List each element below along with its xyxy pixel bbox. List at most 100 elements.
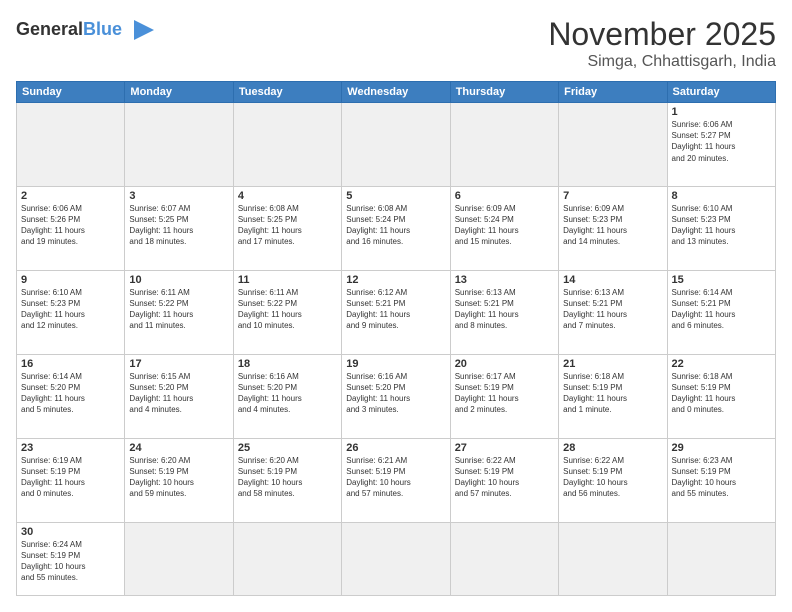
day-number-27: 27 xyxy=(455,442,554,454)
week-row-3: 16Sunrise: 6:14 AM Sunset: 5:20 PM Dayli… xyxy=(17,354,776,438)
day-info-28: Sunrise: 6:22 AM Sunset: 5:19 PM Dayligh… xyxy=(563,455,662,500)
day-number-2: 2 xyxy=(21,190,120,202)
header-monday: Monday xyxy=(125,82,233,103)
day-info-11: Sunrise: 6:11 AM Sunset: 5:22 PM Dayligh… xyxy=(238,287,337,332)
day-info-20: Sunrise: 6:17 AM Sunset: 5:19 PM Dayligh… xyxy=(455,371,554,416)
day-number-19: 19 xyxy=(346,358,445,370)
calendar-page: GeneralBlue November 2025 Simga, Chhatti… xyxy=(0,0,792,612)
day-info-27: Sunrise: 6:22 AM Sunset: 5:19 PM Dayligh… xyxy=(455,455,554,500)
empty-cell xyxy=(559,103,667,187)
week-row-5: 30Sunrise: 6:24 AM Sunset: 5:19 PM Dayli… xyxy=(17,522,776,595)
day-number-18: 18 xyxy=(238,358,337,370)
day-10: 10Sunrise: 6:11 AM Sunset: 5:22 PM Dayli… xyxy=(125,270,233,354)
day-info-13: Sunrise: 6:13 AM Sunset: 5:21 PM Dayligh… xyxy=(455,287,554,332)
day-17: 17Sunrise: 6:15 AM Sunset: 5:20 PM Dayli… xyxy=(125,354,233,438)
day-18: 18Sunrise: 6:16 AM Sunset: 5:20 PM Dayli… xyxy=(233,354,341,438)
day-5: 5Sunrise: 6:08 AM Sunset: 5:24 PM Daylig… xyxy=(342,186,450,270)
empty-cell xyxy=(17,103,125,187)
day-25: 25Sunrise: 6:20 AM Sunset: 5:19 PM Dayli… xyxy=(233,438,341,522)
day-22: 22Sunrise: 6:18 AM Sunset: 5:19 PM Dayli… xyxy=(667,354,775,438)
day-info-9: Sunrise: 6:10 AM Sunset: 5:23 PM Dayligh… xyxy=(21,287,120,332)
day-12: 12Sunrise: 6:12 AM Sunset: 5:21 PM Dayli… xyxy=(342,270,450,354)
day-3: 3Sunrise: 6:07 AM Sunset: 5:25 PM Daylig… xyxy=(125,186,233,270)
header-saturday: Saturday xyxy=(667,82,775,103)
day-28: 28Sunrise: 6:22 AM Sunset: 5:19 PM Dayli… xyxy=(559,438,667,522)
header-thursday: Thursday xyxy=(450,82,558,103)
day-number-12: 12 xyxy=(346,274,445,286)
day-7: 7Sunrise: 6:09 AM Sunset: 5:23 PM Daylig… xyxy=(559,186,667,270)
day-number-25: 25 xyxy=(238,442,337,454)
day-info-16: Sunrise: 6:14 AM Sunset: 5:20 PM Dayligh… xyxy=(21,371,120,416)
day-19: 19Sunrise: 6:16 AM Sunset: 5:20 PM Dayli… xyxy=(342,354,450,438)
day-number-24: 24 xyxy=(129,442,228,454)
day-number-4: 4 xyxy=(238,190,337,202)
day-number-17: 17 xyxy=(129,358,228,370)
logo: GeneralBlue xyxy=(16,16,158,44)
calendar-table: SundayMondayTuesdayWednesdayThursdayFrid… xyxy=(16,81,776,596)
day-info-4: Sunrise: 6:08 AM Sunset: 5:25 PM Dayligh… xyxy=(238,203,337,248)
day-info-7: Sunrise: 6:09 AM Sunset: 5:23 PM Dayligh… xyxy=(563,203,662,248)
empty-cell xyxy=(233,522,341,595)
day-number-15: 15 xyxy=(672,274,771,286)
day-number-3: 3 xyxy=(129,190,228,202)
day-11: 11Sunrise: 6:11 AM Sunset: 5:22 PM Dayli… xyxy=(233,270,341,354)
week-row-2: 9Sunrise: 6:10 AM Sunset: 5:23 PM Daylig… xyxy=(17,270,776,354)
month-title: November 2025 xyxy=(548,16,776,53)
day-number-5: 5 xyxy=(346,190,445,202)
day-21: 21Sunrise: 6:18 AM Sunset: 5:19 PM Dayli… xyxy=(559,354,667,438)
day-13: 13Sunrise: 6:13 AM Sunset: 5:21 PM Dayli… xyxy=(450,270,558,354)
header-row: SundayMondayTuesdayWednesdayThursdayFrid… xyxy=(17,82,776,103)
day-number-16: 16 xyxy=(21,358,120,370)
day-info-8: Sunrise: 6:10 AM Sunset: 5:23 PM Dayligh… xyxy=(672,203,771,248)
empty-cell xyxy=(125,522,233,595)
day-number-9: 9 xyxy=(21,274,120,286)
day-8: 8Sunrise: 6:10 AM Sunset: 5:23 PM Daylig… xyxy=(667,186,775,270)
day-info-6: Sunrise: 6:09 AM Sunset: 5:24 PM Dayligh… xyxy=(455,203,554,248)
day-4: 4Sunrise: 6:08 AM Sunset: 5:25 PM Daylig… xyxy=(233,186,341,270)
header-sunday: Sunday xyxy=(17,82,125,103)
day-15: 15Sunrise: 6:14 AM Sunset: 5:21 PM Dayli… xyxy=(667,270,775,354)
empty-cell xyxy=(559,522,667,595)
day-number-6: 6 xyxy=(455,190,554,202)
location: Simga, Chhattisgarh, India xyxy=(548,53,776,71)
day-info-21: Sunrise: 6:18 AM Sunset: 5:19 PM Dayligh… xyxy=(563,371,662,416)
day-number-1: 1 xyxy=(672,106,771,118)
day-number-22: 22 xyxy=(672,358,771,370)
day-info-14: Sunrise: 6:13 AM Sunset: 5:21 PM Dayligh… xyxy=(563,287,662,332)
day-number-13: 13 xyxy=(455,274,554,286)
header: GeneralBlue November 2025 Simga, Chhatti… xyxy=(16,16,776,71)
day-info-26: Sunrise: 6:21 AM Sunset: 5:19 PM Dayligh… xyxy=(346,455,445,500)
day-30: 30Sunrise: 6:24 AM Sunset: 5:19 PM Dayli… xyxy=(17,522,125,595)
day-info-1: Sunrise: 6:06 AM Sunset: 5:27 PM Dayligh… xyxy=(672,119,771,164)
day-info-24: Sunrise: 6:20 AM Sunset: 5:19 PM Dayligh… xyxy=(129,455,228,500)
empty-cell xyxy=(667,522,775,595)
day-number-11: 11 xyxy=(238,274,337,286)
week-row-1: 2Sunrise: 6:06 AM Sunset: 5:26 PM Daylig… xyxy=(17,186,776,270)
header-tuesday: Tuesday xyxy=(233,82,341,103)
day-number-29: 29 xyxy=(672,442,771,454)
day-number-21: 21 xyxy=(563,358,662,370)
empty-cell xyxy=(233,103,341,187)
title-block: November 2025 Simga, Chhattisgarh, India xyxy=(548,16,776,71)
day-number-28: 28 xyxy=(563,442,662,454)
day-number-20: 20 xyxy=(455,358,554,370)
empty-cell xyxy=(450,522,558,595)
day-23: 23Sunrise: 6:19 AM Sunset: 5:19 PM Dayli… xyxy=(17,438,125,522)
day-info-23: Sunrise: 6:19 AM Sunset: 5:19 PM Dayligh… xyxy=(21,455,120,500)
day-number-10: 10 xyxy=(129,274,228,286)
day-24: 24Sunrise: 6:20 AM Sunset: 5:19 PM Dayli… xyxy=(125,438,233,522)
day-2: 2Sunrise: 6:06 AM Sunset: 5:26 PM Daylig… xyxy=(17,186,125,270)
day-29: 29Sunrise: 6:23 AM Sunset: 5:19 PM Dayli… xyxy=(667,438,775,522)
day-info-10: Sunrise: 6:11 AM Sunset: 5:22 PM Dayligh… xyxy=(129,287,228,332)
day-number-30: 30 xyxy=(21,526,120,538)
day-27: 27Sunrise: 6:22 AM Sunset: 5:19 PM Dayli… xyxy=(450,438,558,522)
header-wednesday: Wednesday xyxy=(342,82,450,103)
empty-cell xyxy=(342,522,450,595)
day-14: 14Sunrise: 6:13 AM Sunset: 5:21 PM Dayli… xyxy=(559,270,667,354)
day-1: 1Sunrise: 6:06 AM Sunset: 5:27 PM Daylig… xyxy=(667,103,775,187)
day-number-7: 7 xyxy=(563,190,662,202)
day-number-26: 26 xyxy=(346,442,445,454)
day-info-22: Sunrise: 6:18 AM Sunset: 5:19 PM Dayligh… xyxy=(672,371,771,416)
empty-cell xyxy=(125,103,233,187)
day-number-23: 23 xyxy=(21,442,120,454)
